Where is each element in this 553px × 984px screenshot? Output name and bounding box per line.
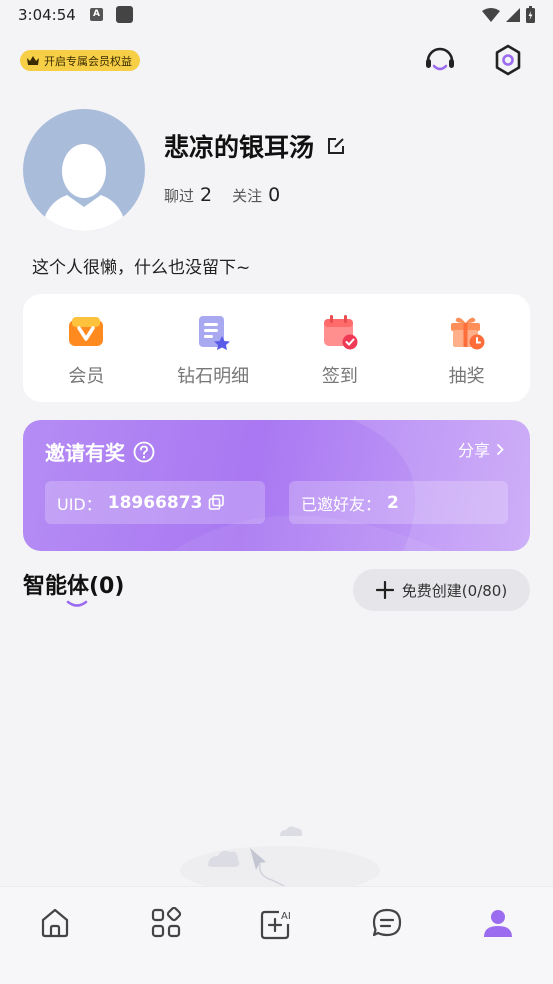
feature-vip-label: 会员 [68, 366, 105, 387]
uid-label: UID： [57, 494, 102, 514]
nav-create-ai[interactable]: AI [256, 907, 296, 947]
invited-label: 已邀好友： [301, 494, 382, 514]
nav-profile[interactable] [478, 907, 518, 947]
feature-diamond-detail[interactable]: 钻石明细 [150, 294, 277, 402]
feature-diamond-label: 钻石明细 [177, 366, 250, 387]
chat-icon [372, 908, 402, 937]
feature-vip[interactable]: 会员 [23, 294, 150, 402]
plus-icon [375, 581, 394, 599]
feature-checkin[interactable]: 签到 [277, 294, 404, 402]
notification-square-icon [116, 6, 133, 23]
agents-section-title: 智能体(0) [23, 574, 125, 599]
edit-icon[interactable] [326, 136, 346, 156]
chatted-count[interactable]: 2 [200, 184, 212, 206]
copy-icon[interactable] [208, 494, 225, 511]
chevron-right-icon [496, 443, 504, 455]
settings-gear-icon[interactable] [491, 43, 525, 77]
feature-card: 会员 钻石明细 签到 抽奖 [23, 294, 530, 402]
tab-indicator [66, 600, 88, 607]
nav-home[interactable] [35, 907, 75, 947]
invited-count: 2 [387, 492, 399, 513]
signal-icon [506, 7, 520, 22]
profile-stats: 聊过 2 关注 0 [164, 184, 294, 206]
empty-state-illustration [180, 826, 380, 890]
person-icon [483, 910, 512, 937]
home-icon [42, 908, 69, 938]
nav-discover[interactable] [146, 907, 186, 947]
share-label: 分享 [457, 441, 490, 460]
wifi-icon [482, 7, 500, 22]
share-button[interactable]: 分享 [458, 437, 504, 461]
invited-friends-box: 已邀好友： 2 [289, 481, 508, 524]
vip-benefits-badge[interactable]: 开启专属会员权益 [20, 50, 140, 71]
feature-checkin-label: 签到 [321, 366, 358, 387]
diamond-detail-icon [199, 316, 231, 350]
vip-badge-label: 开启专属会员权益 [44, 54, 132, 68]
uid-box: UID： 18966873 [45, 481, 265, 524]
uid-value: 18966873 [107, 492, 203, 513]
apps-grid-icon [151, 907, 182, 938]
nav-messages[interactable] [367, 907, 407, 947]
status-indicators [482, 6, 535, 23]
status-bar: 3:04:54 A [0, 0, 553, 32]
following-label: 关注 [232, 187, 263, 205]
invite-reward-card[interactable]: 邀请有奖 分享 UID： 18966873 已邀好友： 2 [23, 420, 530, 551]
crown-icon [27, 56, 39, 65]
create-agent-button[interactable]: 免费创建(0/80) [353, 569, 530, 611]
invite-title-text: 邀请有奖 [45, 441, 125, 465]
vip-icon [69, 317, 104, 346]
following-count[interactable]: 0 [268, 184, 280, 206]
avatar[interactable] [23, 109, 145, 231]
feature-lottery-label: 抽奖 [448, 366, 485, 387]
create-agent-label: 免费创建(0/80) [401, 581, 508, 600]
customer-service-icon[interactable] [423, 43, 457, 77]
checkin-calendar-icon [323, 315, 358, 350]
bio-text: 这个人很懒，什么也没留下~ [32, 258, 251, 278]
add-ai-icon: AI [261, 910, 291, 940]
chatted-label: 聊过 [164, 187, 195, 205]
status-time: 3:04:54 [18, 6, 76, 24]
invite-title: 邀请有奖 [45, 437, 155, 466]
battery-icon [526, 6, 535, 23]
nickname: 悲凉的银耳汤 [164, 133, 315, 162]
svg-text:AI: AI [281, 911, 291, 922]
help-icon[interactable] [133, 441, 155, 463]
bottom-navigation: AI [0, 886, 553, 984]
lottery-gift-icon [450, 317, 485, 350]
feature-lottery[interactable]: 抽奖 [403, 294, 530, 402]
nickname-row: 悲凉的银耳汤 [164, 128, 346, 164]
default-avatar-icon [41, 144, 127, 231]
accessibility-icon: A [90, 8, 103, 21]
